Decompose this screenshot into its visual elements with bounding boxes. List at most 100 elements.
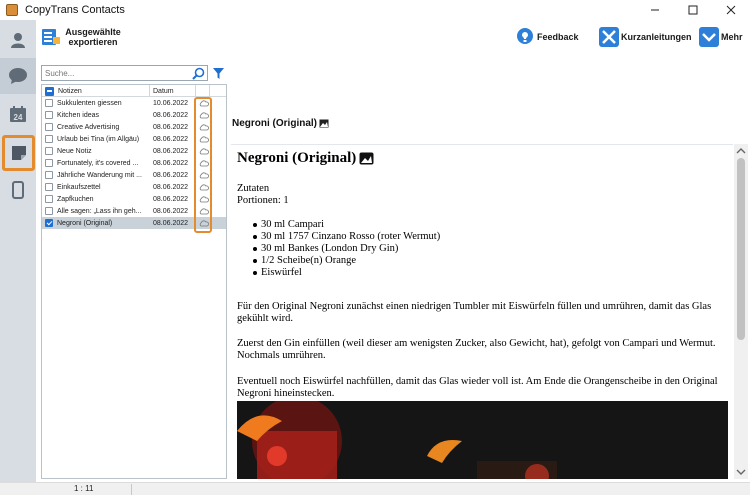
feedback-button[interactable]: Feedback [515,27,579,47]
note-date-cell: 08.06.2022 [153,195,189,203]
quick-guides-button[interactable]: Kurzanleitungen [599,27,692,47]
note-title-cell: Sukkulenten giessen [42,99,150,107]
more-button[interactable]: Mehr [699,27,743,47]
close-icon [726,5,736,15]
scroll-thumb[interactable] [737,158,745,340]
note-title-cell: Fortunately, it's covered ... [42,159,150,167]
negroni-photo [237,401,728,479]
select-all-checkbox[interactable] [45,86,54,96]
note-date-cell: 08.06.2022 [153,171,189,179]
ingredient-list: 30 ml Campari 30 ml 1757 Cinzano Rosso (r… [253,219,440,279]
scroll-down-icon[interactable] [734,467,748,477]
app-logo-icon [6,4,18,16]
search-icon[interactable] [192,67,205,80]
note-header-title: Negroni (Original) [232,118,317,129]
ingredient-item: 30 ml 1757 Cinzano Rosso (roter Wermut) [253,231,440,243]
note-title-label: Fortunately, it's covered ... [57,159,139,167]
nav-calendar[interactable]: 24 [0,96,36,132]
note-title-cell: Jährliche Wanderung mit ... [42,171,150,179]
export-selected-button[interactable]: Ausgewählte exportieren [41,27,121,47]
notes-list: Notizen Datum Sukkulenten giessen 10.06.2… [41,84,227,479]
note-title-cell: Einkaufszettel [42,183,150,191]
maximize-button[interactable] [674,0,712,20]
minimize-icon [651,9,659,11]
note-header: Negroni (Original) [232,118,329,129]
note-title-cell: Creative Advertising [42,123,150,131]
note-date-cell: 10.06.2022 [153,99,189,107]
status-position: 1 : 11 [74,484,94,493]
note-title-cell: Urlaub bei Tina (im Allgäu) [42,135,150,143]
row-checkbox[interactable] [45,207,53,215]
note-title-label: Zapfkuchen [57,195,94,203]
row-checkbox[interactable] [45,159,53,167]
search-input[interactable] [45,68,193,78]
nav-notes[interactable] [2,135,35,171]
column-notes[interactable]: Notizen [42,85,150,97]
note-date-cell: 08.06.2022 [153,123,189,131]
note-viewer: Negroni (Original) Zutaten Portionen: 1 … [231,144,733,479]
column-date[interactable]: Datum [150,85,196,97]
list-header: Notizen Datum [42,85,226,97]
note-portionen: Portionen: 1 [237,195,289,206]
image-icon [359,152,374,165]
note-date-cell: 08.06.2022 [153,147,189,155]
note-date-cell: 08.06.2022 [153,111,189,119]
nav-messages[interactable] [0,58,36,94]
column-date-label: Datum [153,87,174,95]
row-checkbox[interactable] [45,219,53,227]
row-checkbox[interactable] [45,171,53,179]
note-paragraph-2: Zuerst den Gin einfüllen (weil dieser am… [237,338,716,361]
note-paragraph-1: Für den Original Negroni zunächst einen … [237,301,712,324]
note-title-label: Negroni (Original) [57,219,113,227]
note-title-label: Sukkulenten giessen [57,99,122,107]
note-date-cell: 08.06.2022 [153,159,189,167]
note-scrollbar[interactable] [734,144,748,479]
note-title-label: Creative Advertising [57,123,120,131]
row-checkbox[interactable] [45,111,53,119]
nav-rail: 24 [0,20,36,482]
chat-bubble-icon [9,68,27,84]
note-zutaten: Zutaten [237,183,270,194]
quick-guides-label: Kurzanleitungen [621,32,692,42]
note-icon [11,146,26,160]
close-button[interactable] [712,0,750,20]
note-paragraph-3: Eventuell noch Eiswürfel nachfüllen, dam… [237,376,718,399]
row-checkbox[interactable] [45,99,53,107]
nav-device[interactable] [0,172,36,208]
window-title: CopyTrans Contacts [25,4,125,16]
minimize-button[interactable] [636,0,674,20]
column-notes-label: Notizen [58,87,82,95]
ingredient-item: 30 ml Campari [253,219,440,231]
export-icon [42,29,60,45]
note-title-text: Negroni (Original) [237,150,357,166]
note-title-cell: Neue Notiz [42,147,150,155]
chevron-down-icon [699,27,719,47]
row-checkbox[interactable] [45,147,53,155]
filter-icon [213,67,224,79]
ingredient-item: Eiswürfel [253,267,440,279]
maximize-icon [688,5,698,15]
row-checkbox[interactable] [45,183,53,191]
lightbulb-icon [515,27,535,47]
phone-icon [12,181,24,199]
filter-button[interactable] [210,65,227,81]
row-checkbox[interactable] [45,135,53,143]
search-box [41,65,208,81]
svg-text:24: 24 [14,113,23,122]
person-icon [11,33,25,48]
export-label: Ausgewählte exportieren [65,27,121,47]
title-bar: CopyTrans Contacts [0,0,750,20]
ingredient-item: 1/2 Scheibe(n) Orange [253,255,440,267]
calendar-icon: 24 [10,106,26,122]
note-date-cell: 08.06.2022 [153,135,189,143]
note-date-cell: 08.06.2022 [153,183,189,191]
row-checkbox[interactable] [45,195,53,203]
row-checkbox[interactable] [45,123,53,131]
nav-contacts[interactable] [0,22,36,58]
scroll-up-icon[interactable] [734,146,748,156]
note-title-cell: Kitchen ideas [42,111,150,119]
image-icon [319,119,329,128]
note-date-cell: 08.06.2022 [153,219,189,227]
cloud-status-highlight [194,97,212,233]
note-title-label: Alle sagen: „Lass ihn geh... [57,207,142,215]
